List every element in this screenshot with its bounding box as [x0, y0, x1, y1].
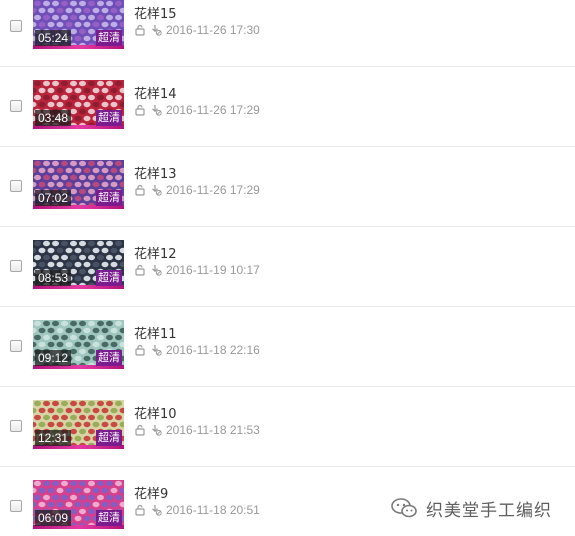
download-disabled-icon [152, 345, 162, 356]
video-list: 05:24 超清 花样15 2016-11-26 17:30 03:48 超清 … [0, 0, 575, 536]
list-item: 07:02 超清 花样13 2016-11-26 17:29 [0, 147, 575, 227]
video-meta: 2016-11-26 17:29 [134, 183, 260, 197]
select-checkbox[interactable] [10, 500, 22, 512]
video-title[interactable]: 花样14 [134, 83, 177, 102]
video-thumbnail[interactable]: 07:02 超清 [33, 160, 124, 209]
list-item: 09:12 超清 花样11 2016-11-18 22:16 [0, 307, 575, 387]
video-title[interactable]: 花样13 [134, 163, 177, 182]
lock-icon [135, 344, 145, 356]
lock-icon [135, 104, 145, 116]
watermark-text: 织美堂手工编织 [426, 500, 552, 521]
video-title[interactable]: 花样12 [134, 243, 177, 262]
select-checkbox[interactable] [10, 20, 22, 32]
hd-badge: 超清 [96, 350, 122, 366]
hd-badge: 超清 [96, 30, 122, 46]
video-title[interactable]: 花样9 [134, 483, 168, 502]
select-checkbox[interactable] [10, 260, 22, 272]
video-duration: 05:24 [35, 30, 72, 46]
video-date: 2016-11-26 17:29 [166, 103, 260, 117]
video-meta: 2016-11-18 22:16 [134, 343, 260, 357]
download-disabled-icon [152, 25, 162, 36]
video-duration: 09:12 [35, 350, 72, 366]
select-checkbox[interactable] [10, 340, 22, 352]
list-item: 08:53 超清 花样12 2016-11-19 10:17 [0, 227, 575, 307]
video-title[interactable]: 花样11 [134, 323, 177, 342]
video-duration: 12:31 [35, 430, 72, 446]
hd-badge: 超清 [96, 110, 122, 126]
lock-icon [135, 24, 145, 36]
hd-badge: 超清 [96, 270, 122, 286]
video-meta: 2016-11-18 20:51 [134, 503, 260, 517]
video-duration: 06:09 [35, 510, 72, 526]
video-date: 2016-11-26 17:29 [166, 183, 260, 197]
select-checkbox[interactable] [10, 180, 22, 192]
video-title[interactable]: 花样10 [134, 403, 177, 422]
video-thumbnail[interactable]: 06:09 超清 [33, 480, 124, 529]
lock-icon [135, 184, 145, 196]
video-duration: 03:48 [35, 110, 72, 126]
hd-badge: 超清 [96, 510, 122, 526]
list-item: 03:48 超清 花样14 2016-11-26 17:29 [0, 67, 575, 147]
video-meta: 2016-11-26 17:30 [134, 23, 260, 37]
video-date: 2016-11-26 17:30 [166, 23, 260, 37]
lock-icon [135, 264, 145, 276]
video-date: 2016-11-19 10:17 [166, 263, 260, 277]
wechat-icon [391, 498, 417, 518]
list-item: 12:31 超清 花样10 2016-11-18 21:53 [0, 387, 575, 467]
video-thumbnail[interactable]: 08:53 超清 [33, 240, 124, 289]
select-checkbox[interactable] [10, 420, 22, 432]
select-checkbox[interactable] [10, 100, 22, 112]
download-disabled-icon [152, 185, 162, 196]
watermark: 织美堂手工编织 [390, 496, 552, 521]
video-meta: 2016-11-19 10:17 [134, 263, 260, 277]
hd-badge: 超清 [96, 430, 122, 446]
video-title[interactable]: 花样15 [134, 3, 177, 22]
list-item: 05:24 超清 花样15 2016-11-26 17:30 [0, 0, 575, 67]
video-date: 2016-11-18 20:51 [166, 503, 260, 517]
video-thumbnail[interactable]: 05:24 超清 [33, 0, 124, 49]
download-disabled-icon [152, 265, 162, 276]
video-duration: 07:02 [35, 190, 72, 206]
video-duration: 08:53 [35, 270, 72, 286]
video-date: 2016-11-18 21:53 [166, 423, 260, 437]
lock-icon [135, 504, 145, 516]
download-disabled-icon [152, 105, 162, 116]
video-thumbnail[interactable]: 09:12 超清 [33, 320, 124, 369]
video-thumbnail[interactable]: 12:31 超清 [33, 400, 124, 449]
video-thumbnail[interactable]: 03:48 超清 [33, 80, 124, 129]
lock-icon [135, 424, 145, 436]
hd-badge: 超清 [96, 190, 122, 206]
video-meta: 2016-11-18 21:53 [134, 423, 260, 437]
video-date: 2016-11-18 22:16 [166, 343, 260, 357]
download-disabled-icon [152, 425, 162, 436]
video-meta: 2016-11-26 17:29 [134, 103, 260, 117]
download-disabled-icon [152, 505, 162, 516]
